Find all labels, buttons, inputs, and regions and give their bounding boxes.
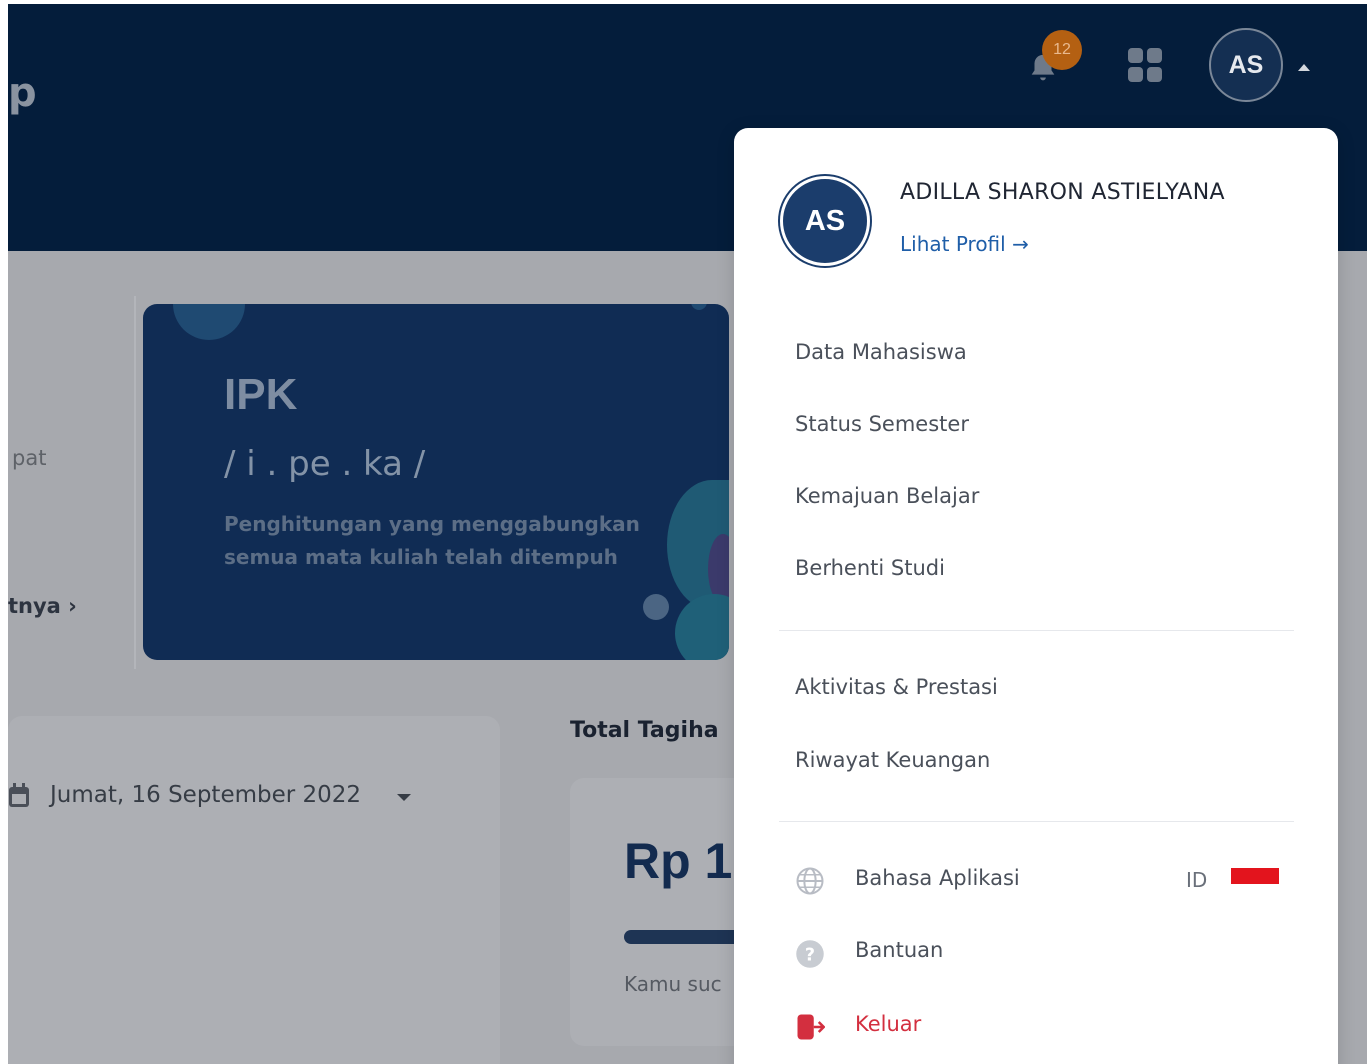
menu-item-riwayat-keuangan[interactable]: Riwayat Keuangan xyxy=(795,748,990,772)
window-edge xyxy=(0,0,8,1064)
left-info-panel: pat tnya › xyxy=(8,296,136,669)
apps-grid-icon[interactable] xyxy=(1128,48,1164,84)
ipk-card[interactable]: IPK / i . pe . ka / Penghitungan yang me… xyxy=(143,304,729,660)
left-panel-text: pat xyxy=(12,446,47,470)
tagihan-amount: Rp 1. xyxy=(624,833,747,889)
tagihan-title: Total Tagiha xyxy=(570,718,719,743)
view-profile-link[interactable]: Lihat Profil → xyxy=(900,232,1029,256)
ipk-title: IPK xyxy=(224,370,298,419)
language-code: ID xyxy=(1186,868,1208,892)
brand-title: p xyxy=(8,70,37,116)
decor-dot xyxy=(691,304,707,310)
tagihan-note: Kamu suc xyxy=(624,972,722,996)
date-selector[interactable]: Jumat, 16 September 2022 xyxy=(50,782,361,808)
decor-circle xyxy=(173,304,245,340)
user-avatar-button[interactable]: AS xyxy=(1209,28,1283,102)
ipk-description: Penghitungan yang menggabungkan semua ma… xyxy=(224,512,640,569)
svg-text:?: ? xyxy=(805,945,815,965)
menu-divider xyxy=(779,630,1294,631)
user-name: ADILLA SHARON ASTIELYANA xyxy=(900,180,1225,205)
logout-button[interactable]: Keluar xyxy=(855,1012,921,1036)
chevron-down-icon[interactable] xyxy=(397,794,411,801)
menu-item-data-mahasiswa[interactable]: Data Mahasiswa xyxy=(795,340,967,364)
caret-up-icon[interactable] xyxy=(1298,64,1310,71)
dropdown-avatar: AS xyxy=(780,176,870,266)
menu-item-status-semester[interactable]: Status Semester xyxy=(795,412,969,436)
menu-item-kemajuan-belajar[interactable]: Kemajuan Belajar xyxy=(795,484,979,508)
menu-item-aktivitas-prestasi[interactable]: Aktivitas & Prestasi xyxy=(795,675,998,699)
profile-dropdown-menu: AS ADILLA SHARON ASTIELYANA Lihat Profil… xyxy=(734,128,1338,1064)
menu-item-berhenti-studi[interactable]: Berhenti Studi xyxy=(795,556,945,580)
help-icon: ? xyxy=(796,940,824,968)
schedule-card xyxy=(8,716,500,1064)
globe-icon xyxy=(796,867,824,895)
decor-circle-bottom xyxy=(675,594,729,660)
logout-icon xyxy=(797,1014,825,1040)
language-setting[interactable]: Bahasa Aplikasi xyxy=(855,866,1020,890)
decor-dot-gray xyxy=(643,594,669,620)
menu-item-bantuan[interactable]: Bantuan xyxy=(855,938,943,962)
indonesia-flag-icon xyxy=(1231,868,1279,884)
left-panel-link[interactable]: tnya › xyxy=(8,594,77,618)
ipk-phonetic: / i . pe . ka / xyxy=(224,444,426,484)
notification-badge: 12 xyxy=(1042,30,1082,70)
menu-divider xyxy=(779,821,1294,822)
calendar-icon xyxy=(9,783,29,807)
